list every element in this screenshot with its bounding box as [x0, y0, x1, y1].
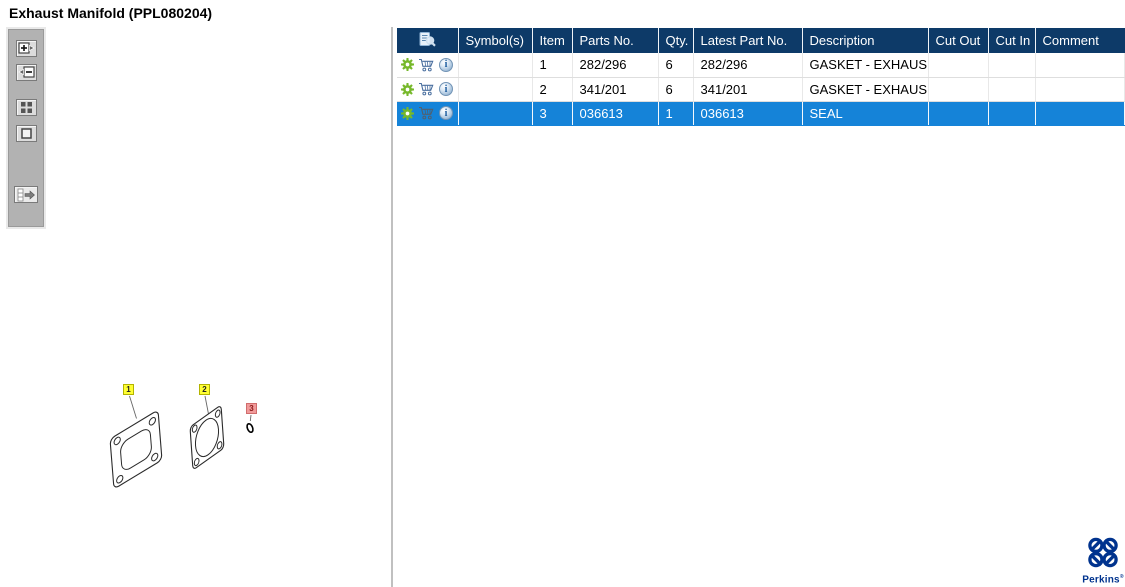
- row-actions-cell: i: [397, 101, 459, 126]
- cell-latest-part-no: 036613: [693, 101, 803, 126]
- cell-item: 2: [532, 77, 573, 102]
- col-header-qty[interactable]: Qty.: [658, 28, 694, 53]
- info-icon[interactable]: i: [439, 106, 453, 120]
- cart-icon[interactable]: [418, 82, 435, 96]
- cell-parts-no: 282/296: [572, 53, 659, 78]
- table-row-selected[interactable]: i 3 036613 1 036613 SEAL: [397, 101, 1125, 126]
- toggle-parts-list-icon: [17, 188, 35, 201]
- toggle-parts-list-button[interactable]: [14, 186, 38, 203]
- info-icon[interactable]: i: [439, 57, 453, 72]
- perkins-logo: Perkins®: [1082, 536, 1124, 585]
- cell-item: 1: [532, 53, 573, 78]
- col-header-cut-out[interactable]: Cut Out: [928, 28, 989, 53]
- cell-parts-no: 036613: [572, 101, 659, 126]
- callout-1[interactable]: 1: [123, 384, 134, 395]
- registered-mark: ®: [1119, 574, 1124, 580]
- col-header-actions: [397, 28, 459, 53]
- table-row[interactable]: i 2 341/201 6 341/201 GASKET - EXHAUS: [397, 77, 1125, 102]
- gear-icon[interactable]: [401, 82, 414, 96]
- cart-icon[interactable]: [418, 58, 435, 72]
- col-header-cut-in[interactable]: Cut In: [988, 28, 1036, 53]
- cell-qty: 6: [658, 53, 694, 78]
- title-bar: Exhaust Manifold (PPL080204): [0, 0, 1125, 27]
- fit-to-window-button[interactable]: [16, 125, 37, 142]
- cell-description: GASKET - EXHAUS: [802, 77, 929, 102]
- row-actions-cell: i: [397, 53, 459, 78]
- cell-item: 3: [532, 101, 573, 126]
- perkins-logo-text: Perkins: [1082, 574, 1120, 586]
- cell-comment: [1035, 77, 1125, 102]
- col-header-description[interactable]: Description: [802, 28, 929, 53]
- cell-symbols: [458, 77, 533, 102]
- cell-qty: 6: [658, 77, 694, 102]
- cell-cut-in: [988, 53, 1036, 78]
- gear-icon[interactable]: [401, 106, 414, 120]
- cell-latest-part-no: 282/296: [693, 53, 803, 78]
- diagram-pane: 1 2 3: [0, 27, 391, 587]
- cell-cut-out: [928, 101, 989, 126]
- cell-cut-out: [928, 53, 989, 78]
- col-header-symbols[interactable]: Symbol(s): [458, 28, 533, 53]
- viewer-toolbar: [6, 27, 46, 229]
- tile-view-button[interactable]: [16, 99, 37, 116]
- leader-line: [249, 414, 252, 422]
- zoom-in-icon: [18, 42, 35, 54]
- parts-table: Symbol(s) Item Parts No. Qty. Latest Par…: [397, 28, 1125, 126]
- cell-comment: [1035, 53, 1125, 78]
- gasket-1-drawing[interactable]: [110, 410, 162, 489]
- zoom-out-icon: [18, 66, 35, 78]
- col-header-latest-part-no[interactable]: Latest Part No.: [693, 28, 803, 53]
- cell-cut-in: [988, 101, 1036, 126]
- page-title: Exhaust Manifold (PPL080204): [9, 5, 213, 21]
- cell-description: GASKET - EXHAUS: [802, 53, 929, 78]
- parts-list-pane: Symbol(s) Item Parts No. Qty. Latest Par…: [397, 28, 1125, 587]
- col-header-comment[interactable]: Comment: [1035, 28, 1125, 53]
- tile-view-icon: [21, 102, 32, 113]
- zoom-in-button[interactable]: [16, 40, 37, 57]
- table-header-row: Symbol(s) Item Parts No. Qty. Latest Par…: [397, 28, 1125, 53]
- cell-comment: [1035, 101, 1125, 126]
- col-header-item[interactable]: Item: [532, 28, 573, 53]
- gasket-2-drawing[interactable]: [190, 405, 224, 470]
- pane-divider[interactable]: [391, 27, 393, 587]
- seal-3-drawing[interactable]: [246, 423, 254, 433]
- exploded-view-drawing: [90, 350, 254, 510]
- cell-latest-part-no: 341/201: [693, 77, 803, 102]
- gear-icon[interactable]: [401, 58, 414, 72]
- cell-parts-no: 341/201: [572, 77, 659, 102]
- perkins-flower-icon: [1088, 537, 1118, 568]
- col-header-parts-no[interactable]: Parts No.: [572, 28, 659, 53]
- leader-line: [129, 395, 137, 419]
- row-actions-cell: i: [397, 77, 459, 102]
- callout-2[interactable]: 2: [199, 384, 210, 395]
- cell-cut-out: [928, 77, 989, 102]
- leader-line: [204, 395, 209, 415]
- table-row[interactable]: i 1 282/296 6 282/296 GASKET - EXHAUS: [397, 53, 1125, 78]
- fit-to-window-icon: [21, 128, 32, 139]
- cell-cut-in: [988, 77, 1036, 102]
- cell-symbols: [458, 101, 533, 126]
- info-icon[interactable]: i: [439, 82, 453, 96]
- zoom-out-button[interactable]: [16, 64, 37, 81]
- table-search-icon[interactable]: [418, 31, 437, 48]
- cart-icon[interactable]: [418, 106, 435, 120]
- cell-symbols: [458, 53, 533, 78]
- cell-qty: 1: [658, 101, 694, 126]
- callout-3-selected[interactable]: 3: [246, 403, 257, 414]
- cell-description: SEAL: [802, 101, 929, 126]
